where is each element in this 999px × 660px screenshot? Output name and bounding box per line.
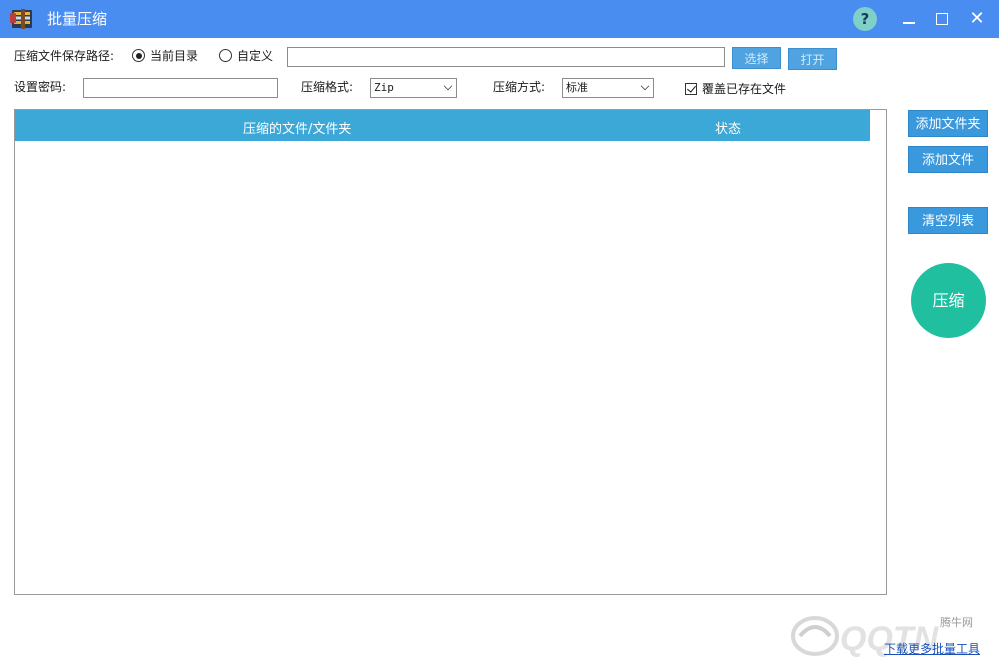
overwrite-checkbox[interactable] — [685, 83, 697, 95]
radio-current-dir-label[interactable]: 当前目录 — [150, 48, 198, 64]
minimize-icon[interactable] — [898, 8, 920, 30]
column-header-status[interactable]: 状态 — [715, 118, 741, 137]
radio-custom-dir-label[interactable]: 自定义 — [237, 48, 273, 64]
open-path-button[interactable]: 打开 — [788, 48, 837, 70]
compress-button[interactable]: 压缩 — [911, 263, 986, 338]
list-header: 压缩的文件/文件夹 状态 — [15, 110, 870, 141]
close-icon[interactable]: ✕ — [966, 8, 988, 30]
chevron-down-icon — [443, 81, 453, 91]
more-tools-link[interactable]: 下载更多批量工具 — [884, 640, 980, 657]
clear-list-button[interactable]: 清空列表 — [908, 207, 988, 234]
radio-custom-dir[interactable] — [219, 49, 232, 62]
maximize-icon[interactable] — [931, 8, 953, 30]
help-button[interactable]: ? — [853, 7, 877, 31]
watermark-site: 腾牛网 — [940, 616, 973, 629]
radio-current-dir[interactable] — [132, 49, 145, 62]
file-list[interactable]: 压缩的文件/文件夹 状态 — [14, 109, 887, 595]
save-path-input[interactable] — [287, 47, 725, 67]
choose-path-button[interactable]: 选择 — [732, 47, 781, 69]
password-input[interactable] — [83, 78, 278, 98]
method-select[interactable]: 标准 — [562, 78, 654, 98]
window-title: 批量压缩 — [47, 10, 108, 28]
password-label: 设置密码: — [14, 80, 67, 94]
overwrite-label[interactable]: 覆盖已存在文件 — [702, 81, 786, 97]
add-folder-button[interactable]: 添加文件夹 — [908, 110, 988, 137]
add-file-button[interactable]: 添加文件 — [908, 146, 988, 173]
chevron-down-icon — [640, 81, 650, 91]
method-select-value: 标准 — [566, 81, 588, 94]
save-path-label: 压缩文件保存路径: — [14, 49, 115, 63]
format-label: 压缩格式: — [301, 80, 354, 94]
method-label: 压缩方式: — [493, 80, 546, 94]
column-header-file[interactable]: 压缩的文件/文件夹 — [243, 118, 351, 137]
title-bar: 批量压缩 ? ✕ — [0, 0, 999, 38]
format-select-value: Zip — [374, 81, 394, 94]
format-select[interactable]: Zip — [370, 78, 457, 98]
archive-app-icon — [10, 9, 32, 29]
